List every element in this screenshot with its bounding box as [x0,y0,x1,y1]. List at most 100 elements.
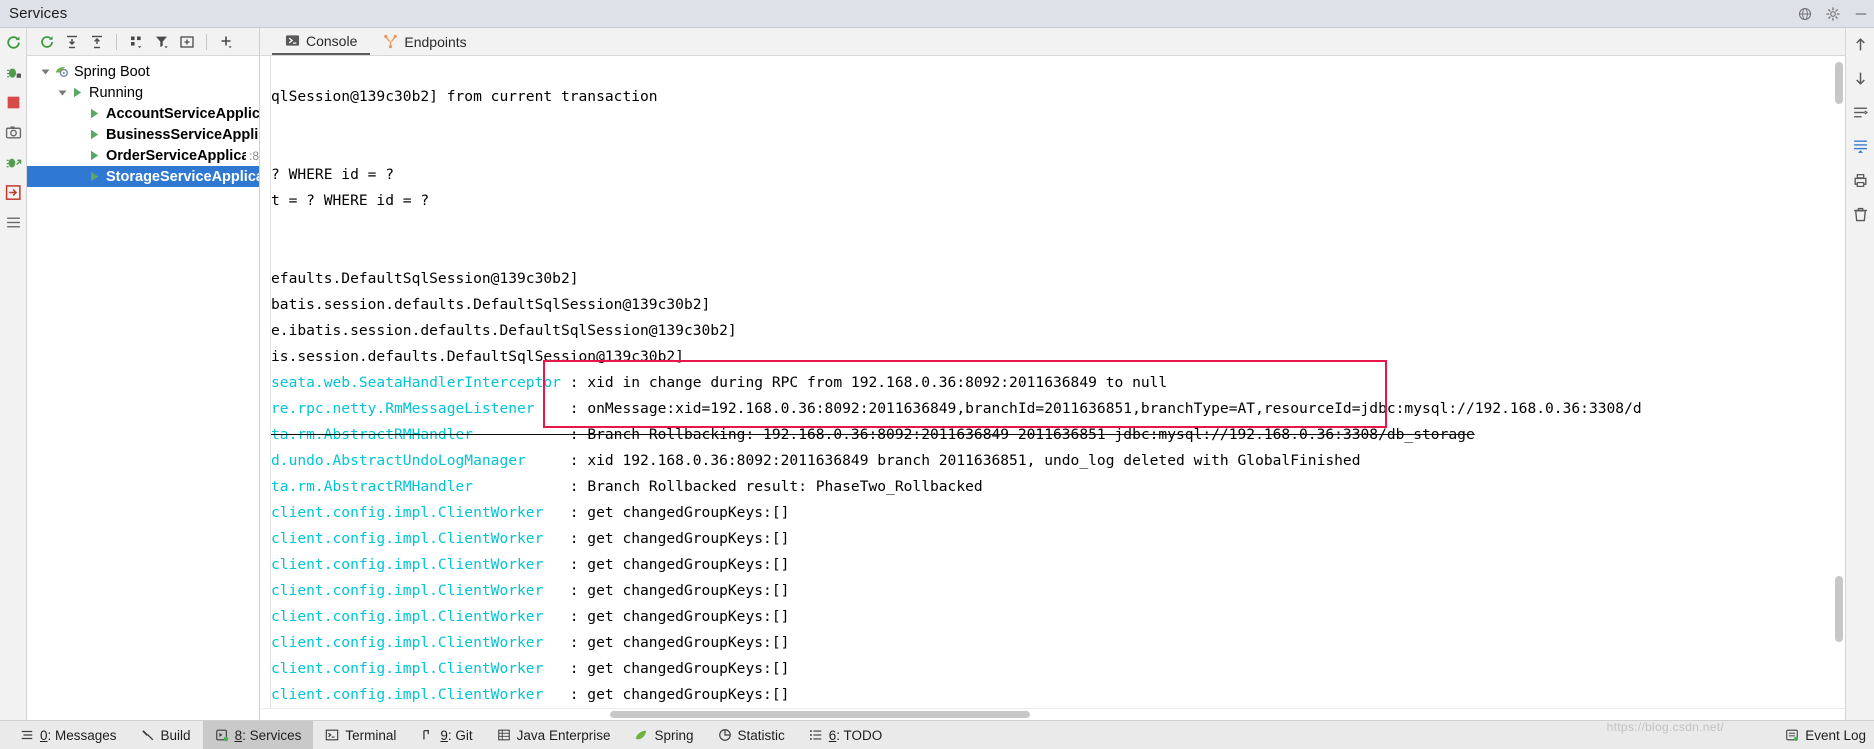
status-item-label: Spring [654,727,694,743]
tab-endpoints[interactable]: Endpoints [370,28,479,55]
tree-item-accountserviceapplication[interactable]: AccountServiceApplication [27,103,259,124]
tree-item-label: OrderServiceApplication [106,147,246,164]
status-item-messages[interactable]: 0: Messages [8,721,129,749]
add-tab-icon[interactable] [175,31,198,53]
console-line: client.config.impl.ClientWorker : get ch… [271,630,1642,656]
console-line: t = ? WHERE id = ? [271,188,1642,214]
tree-item-label: Running [89,84,144,101]
tree-item-orderserviceapplication[interactable]: OrderServiceApplication:8 [27,145,259,166]
soft-wrap-icon[interactable] [1852,104,1869,121]
console-logger-name: d.undo.AbstractUndoLogManager [271,452,526,469]
console-line: qlSession@139c30b2] from current transac… [271,84,1642,110]
scroll-down-icon[interactable] [1852,70,1869,87]
console-logger-name: client.config.impl.ClientWorker [271,582,544,599]
console-logger-name: ta.rm.AbstractRMHandler [271,478,474,495]
console-logger-name: client.config.impl.ClientWorker [271,660,544,677]
chevron-down-icon[interactable] [57,87,68,98]
console-line: client.config.impl.ClientWorker : get ch… [271,526,1642,552]
tree-item-storageserviceapplication[interactable]: StorageServiceApplication [27,166,259,187]
camera-icon[interactable] [5,124,22,141]
status-item-terminal[interactable]: Terminal [313,721,408,749]
filter-icon[interactable] [150,31,173,53]
run-green-icon [91,108,99,119]
status-item-java-enterprise[interactable]: Java Enterprise [485,721,623,749]
scroll-up-icon[interactable] [1852,36,1869,53]
console-log-text: qlSession@139c30b2] from current transac… [271,56,1642,708]
tree-arrow-spacer [74,150,85,161]
status-item-label: Java Enterprise [516,727,611,743]
console-line: client.config.impl.ClientWorker : get ch… [271,682,1642,708]
console-panel: Console Endpoints qlSession@139c30b2] fro… [260,28,1845,720]
run-green-icon [91,150,99,161]
console-message: : get changedGroupKeys:[] [569,634,790,651]
debug-rerun-icon[interactable] [5,64,22,81]
console-logger-name: re.rpc.netty.RmMessageListener [271,400,535,417]
status-item-statistic[interactable]: Statistic [706,721,797,749]
console-message: e.ibatis.session.defaults.DefaultSqlSess… [271,322,737,339]
console-vertical-scrollbar[interactable] [1835,56,1844,708]
tree-item-running[interactable]: Running [27,82,259,103]
status-item-label: 6: TODO [828,727,883,743]
tree-arrow-spacer [74,108,85,119]
minimize-icon[interactable] [1854,7,1868,21]
event-log-button[interactable]: Event Log [1785,728,1866,743]
console-line: batis.session.defaults.DefaultSqlSession… [271,292,1642,318]
console-tab-bar[interactable]: Console Endpoints [260,28,1845,56]
console-line: ta.rm.AbstractRMHandler : Branch Rollbac… [271,422,1642,448]
services-tree-panel: Spring Boot Running AccountServiceApplicat… [27,28,260,720]
tree-item-spring-boot[interactable]: Spring Boot [27,61,259,82]
tree-item-port: :8 [248,148,259,163]
console-line: client.config.impl.ClientWorker : get ch… [271,578,1642,604]
console-logger-name: client.config.impl.ClientWorker [271,634,544,651]
console-horizontal-scrollbar[interactable] [260,708,1845,720]
exit-icon[interactable] [5,184,22,201]
status-item-git[interactable]: 9: Git [408,721,484,749]
title-bar: Services [0,0,1874,28]
layout-icon[interactable] [5,214,22,231]
expand-all-icon[interactable] [60,31,83,53]
endpoints-icon [384,34,398,49]
run-green-icon [74,87,82,98]
status-item-number: 0 [40,727,48,743]
console-message: : get changedGroupKeys:[] [569,660,790,677]
stop-icon[interactable] [5,94,22,111]
collapse-all-icon[interactable] [85,31,108,53]
trash-icon[interactable] [1852,206,1869,223]
console-message: : get changedGroupKeys:[] [569,504,790,521]
console-message: : xid in change during RPC from 192.168.… [569,374,1168,391]
console-scroll-region[interactable]: qlSession@139c30b2] from current transac… [271,56,1845,708]
print-icon[interactable] [1852,172,1869,189]
status-item-todo[interactable]: 6: TODO [797,721,895,749]
status-item-spring[interactable]: Spring [622,721,705,749]
ide-window: Services Spring Boot Running AccountServ… [0,0,1874,749]
status-item-build[interactable]: Build [129,721,203,749]
chevron-down-icon[interactable] [40,66,51,77]
add-icon[interactable] [215,31,238,53]
tree-item-businessserviceapplication[interactable]: BusinessServiceApplication [27,124,259,145]
globe-icon[interactable] [1798,7,1812,21]
watermark-text: https://blog.csdn.net/ [1606,720,1724,734]
terminal-icon [326,729,339,741]
tab-label: Console [306,32,358,49]
tab-console[interactable]: Console [272,28,371,55]
rerun-icon[interactable] [35,31,58,53]
console-line: client.config.impl.ClientWorker : get ch… [271,500,1642,526]
console-output-area[interactable]: qlSession@139c30b2] from current transac… [260,56,1845,708]
settings-gear-icon[interactable] [1826,6,1840,21]
spring-leaf-icon [636,730,647,740]
scroll-end-icon[interactable] [1852,138,1869,155]
console-message: is.session.defaults.DefaultSqlSession@13… [271,348,684,365]
group-by-icon[interactable] [125,31,148,53]
console-message: qlSession@139c30b2] from current transac… [271,88,658,105]
messages-icon [21,730,33,740]
debug-attach-icon[interactable] [5,154,22,171]
scroll-thumb-top[interactable] [1835,62,1843,104]
scroll-thumb-bottom[interactable] [1835,576,1843,642]
hscroll-thumb[interactable] [610,711,1030,718]
console-message: : get changedGroupKeys:[] [569,686,790,703]
services-tree[interactable]: Spring Boot Running AccountServiceApplicat… [27,56,259,720]
rerun-icon[interactable] [5,34,22,51]
status-item-services[interactable]: 8: Services [202,721,314,749]
status-item-label: Build [160,727,191,743]
tree-arrow-spacer [74,129,85,140]
